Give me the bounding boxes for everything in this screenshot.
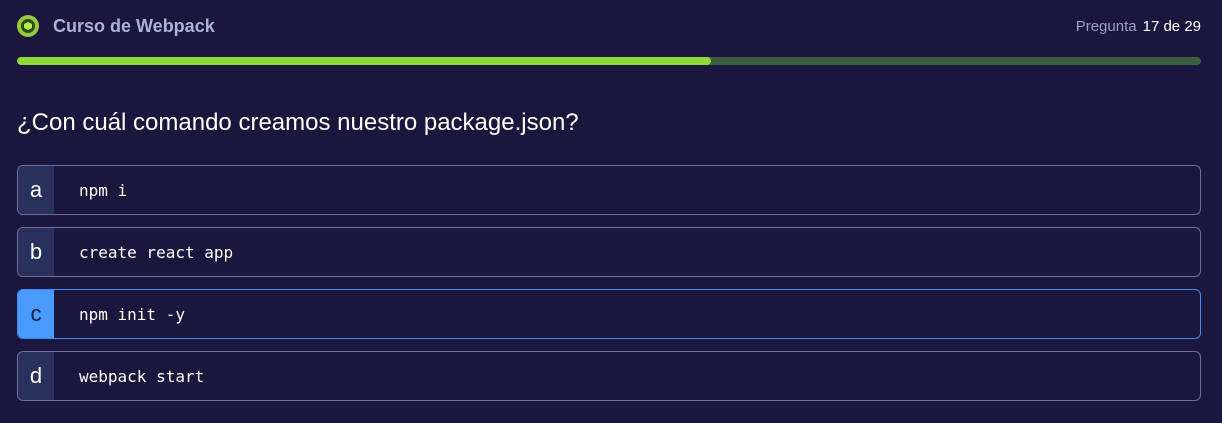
question-text: ¿Con cuál comando creamos nuestro packag… [17,109,579,136]
option-text: npm init -y [79,304,185,324]
option-letter: b [18,228,54,276]
course-info: Curso de Webpack [17,15,215,37]
question-counter-label: Pregunta [1075,17,1137,35]
option-b[interactable]: b create react app [17,227,1201,277]
option-text: create react app [79,242,234,262]
quiz-header: Curso de Webpack Pregunta 17 de 29 [17,13,1201,39]
option-d[interactable]: d webpack start [17,351,1201,401]
webpack-icon [17,15,39,37]
option-c[interactable]: c npm init -y [17,289,1201,339]
question-counter: Pregunta 17 de 29 [1076,18,1201,35]
option-text: webpack start [79,366,205,386]
option-text: npm i [79,180,128,200]
option-letter: c [18,290,54,338]
option-letter: a [18,166,54,214]
option-letter: d [18,352,54,400]
answer-options: a npm i b create react app c npm init -y… [17,165,1201,413]
course-title: Curso de Webpack [53,15,215,36]
progress-bar-fill [17,57,711,65]
question-counter-value: 17 de 29 [1142,17,1201,35]
progress-bar [17,57,1201,65]
option-a[interactable]: a npm i [17,165,1201,215]
